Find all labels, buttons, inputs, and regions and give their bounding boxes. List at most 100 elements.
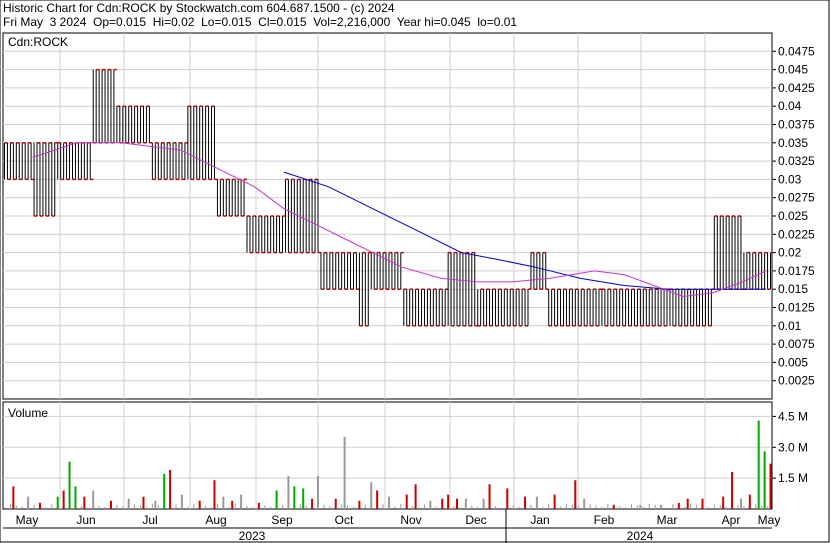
price-axis-label: 0.01 bbox=[778, 319, 802, 333]
volume-bar bbox=[574, 480, 577, 509]
price-axis-label: 0.0375 bbox=[778, 118, 815, 132]
volume-bar bbox=[748, 494, 751, 509]
volume-bar bbox=[405, 494, 408, 509]
month-label: Jan bbox=[530, 513, 549, 527]
volume-bar bbox=[456, 498, 459, 509]
price-axis-label: 0.035 bbox=[778, 136, 808, 150]
volume-bar bbox=[311, 498, 314, 509]
price-axis-label: 0.02 bbox=[778, 246, 802, 260]
volume-bar bbox=[358, 500, 361, 509]
volume-panel-frame bbox=[2, 401, 773, 510]
volume-bar bbox=[677, 502, 680, 509]
volume-bar bbox=[74, 486, 77, 509]
volume-bar bbox=[701, 498, 704, 509]
price-axis-label: 0.025 bbox=[778, 209, 808, 223]
volume-bar bbox=[275, 490, 278, 509]
price-axis-label: 0.0425 bbox=[778, 81, 815, 95]
volume-bar bbox=[38, 502, 41, 509]
month-label: Sep bbox=[271, 513, 293, 527]
volume-bar bbox=[222, 496, 225, 509]
volume-bar bbox=[731, 471, 734, 509]
symbol-label: Cdn:ROCK bbox=[8, 35, 69, 49]
chart-canvas: 0.0475 0.045 0.0425 0.04 0.0375 0.035 0.0325 0.… bbox=[0, 0, 830, 543]
month-label: May bbox=[16, 513, 39, 527]
stock-chart: Historic Chart for Cdn:ROCK by Stockwatc… bbox=[0, 0, 830, 543]
price-axis-label: 0.0025 bbox=[778, 374, 815, 388]
volume-bar bbox=[343, 436, 346, 509]
month-label: Jul bbox=[142, 513, 157, 527]
volume-bar bbox=[198, 500, 201, 509]
volume-bar bbox=[12, 486, 15, 509]
volume-bar bbox=[763, 451, 766, 509]
volume-bar bbox=[62, 490, 65, 509]
volume-bar bbox=[524, 496, 527, 509]
volume-bar bbox=[370, 482, 373, 509]
volume-bar bbox=[213, 480, 216, 509]
volume-bar bbox=[376, 490, 379, 509]
price-axis-label: 0.015 bbox=[778, 282, 808, 296]
price-axis-label: 0.0125 bbox=[778, 301, 815, 315]
volume-bar bbox=[293, 486, 296, 509]
volume-bar bbox=[639, 504, 642, 509]
volume-axis-label: 3.0 M bbox=[778, 440, 808, 454]
month-label: Jun bbox=[76, 513, 95, 527]
volume-bar bbox=[257, 502, 260, 509]
volume-bar bbox=[686, 498, 689, 509]
volume-bar bbox=[163, 474, 166, 509]
volume-bar bbox=[660, 504, 663, 509]
volume-bar bbox=[231, 500, 234, 509]
volume-bar bbox=[27, 496, 30, 509]
volume-bar bbox=[387, 496, 390, 509]
volume-bar bbox=[142, 496, 145, 509]
volume-bar bbox=[316, 476, 319, 509]
volume-bar bbox=[127, 498, 130, 509]
price-axis-label: 0.0175 bbox=[778, 264, 815, 278]
volume-bar bbox=[154, 500, 157, 509]
volume-bar bbox=[429, 500, 432, 509]
year-label-2024: 2024 bbox=[627, 529, 654, 543]
volume-bar bbox=[769, 463, 772, 509]
price-axis-label: 0.005 bbox=[778, 355, 808, 369]
volume-bar bbox=[169, 469, 172, 509]
volume-bar bbox=[482, 498, 485, 509]
volume-bar bbox=[287, 476, 290, 509]
volume-bar bbox=[535, 496, 538, 509]
month-label: Apr bbox=[722, 513, 741, 527]
month-label: May bbox=[758, 513, 781, 527]
volume-bar bbox=[553, 494, 556, 509]
moving-average-short bbox=[32, 142, 767, 298]
price-axis-label: 0.04 bbox=[778, 99, 802, 113]
volume-axis-label: 1.5 M bbox=[778, 471, 808, 485]
volume-bar bbox=[334, 498, 337, 509]
volume-bar bbox=[92, 490, 95, 509]
volume-bar bbox=[583, 498, 586, 509]
price-axis-label: 0.0475 bbox=[778, 44, 815, 58]
month-label: Mar bbox=[657, 513, 678, 527]
volume-bar bbox=[612, 504, 615, 509]
volume-panel-title: Volume bbox=[8, 406, 49, 420]
volume-bar bbox=[83, 496, 86, 509]
price-axis-label: 0.0225 bbox=[778, 227, 815, 241]
volume-bar bbox=[447, 494, 450, 509]
volume-bar bbox=[302, 488, 305, 509]
price-axis-label: 0.0075 bbox=[778, 337, 815, 351]
volume-bar bbox=[441, 498, 444, 509]
volume-bar bbox=[240, 494, 243, 509]
volume-bar bbox=[464, 498, 467, 509]
price-axis-label: 0.045 bbox=[778, 63, 808, 77]
volume-axis-label: 4.5 M bbox=[778, 409, 808, 423]
volume-bar bbox=[722, 496, 725, 509]
month-label: Feb bbox=[594, 513, 615, 527]
year-label-2023: 2023 bbox=[239, 529, 266, 543]
volume-bar bbox=[757, 420, 760, 509]
volume-bar bbox=[109, 500, 112, 509]
volume-bar bbox=[56, 496, 59, 509]
price-axis-label: 0.0275 bbox=[778, 191, 815, 205]
volume-bar bbox=[739, 498, 742, 509]
month-label: Oct bbox=[335, 513, 354, 527]
month-label: Nov bbox=[400, 513, 421, 527]
volume-bar bbox=[414, 484, 417, 509]
price-axis-label: 0.03 bbox=[778, 172, 802, 186]
month-label: Dec bbox=[465, 513, 486, 527]
volume-bar bbox=[68, 461, 71, 509]
